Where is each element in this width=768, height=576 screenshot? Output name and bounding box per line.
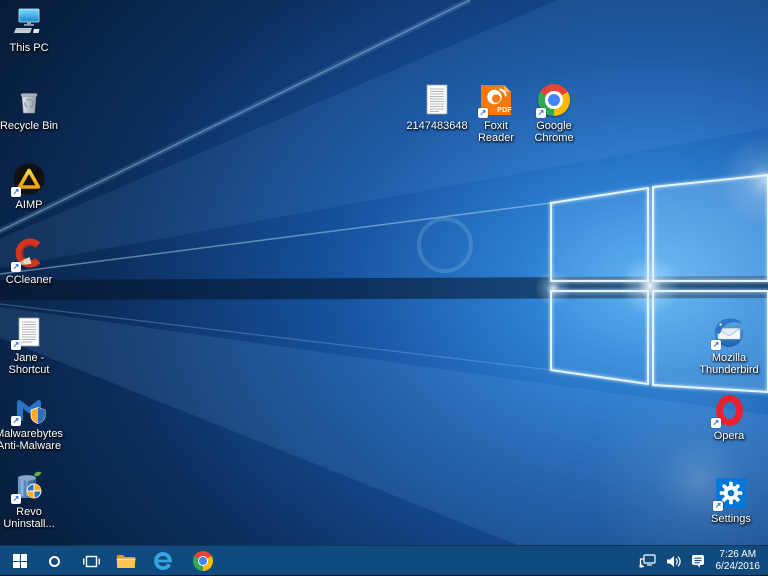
desktop-icon-opera[interactable]: Opera [699,392,759,442]
desktop-icon-label: Foxit Reader [466,120,526,144]
document-icon [419,82,455,118]
this-pc-icon [11,4,47,40]
foxit-reader-icon: PDF [478,82,514,118]
desktop-icon-foxit-reader[interactable]: PDF Foxit Reader [466,82,526,144]
action-center-icon [691,554,705,568]
shortcut-arrow-icon [711,418,721,428]
shortcut-arrow-icon [536,108,546,118]
clock-date: 6/24/2016 [716,561,761,573]
search-icon [49,556,60,567]
desktop-icon-malwarebytes[interactable]: Malwarebytes Anti-Malware [0,390,59,452]
desktop-icon-recycle-bin[interactable]: Recycle Bin [0,82,59,132]
chrome-taskbar-button[interactable] [186,546,220,576]
revo-uninstaller-icon [11,468,47,504]
desktop-icon-label: CCleaner [6,274,52,286]
chrome-icon [193,551,213,571]
desktop-icon-label: AIMP [16,199,43,211]
action-center-button[interactable] [689,546,707,576]
desktop-icon-this-pc[interactable]: This PC [0,4,59,54]
thunderbird-icon [711,314,747,350]
windows-logo-icon [13,554,27,568]
desktop-icon-label: Opera [714,430,745,442]
desktop-icon-label: 2147483648 [406,120,467,132]
aimp-icon [11,161,47,197]
shortcut-arrow-icon [713,501,723,511]
network-icon [639,554,656,568]
desktop: This PC Recycle Bin AIMP [0,0,768,545]
desktop-icon-label: Jane - Shortcut [9,352,50,376]
desktop-icon-google-chrome[interactable]: Google Chrome [524,82,584,144]
edge-button[interactable] [146,546,180,576]
malwarebytes-icon [11,390,47,426]
desktop-icon-label: Mozilla Thunderbird [699,352,758,376]
ccleaner-icon [11,236,47,272]
taskbar: 7:26 AM 6/24/2016 [0,545,768,575]
wallpaper [0,0,768,545]
desktop-icon-revo-uninstaller[interactable]: Revo Uninstall... [0,468,59,530]
volume-button[interactable] [664,546,683,576]
search-button[interactable] [37,546,71,576]
volume-icon [666,555,681,568]
desktop-icon-aimp[interactable]: AIMP [0,161,59,211]
network-button[interactable] [637,546,658,576]
shortcut-arrow-icon [11,262,21,272]
clock[interactable]: 7:26 AM 6/24/2016 [713,546,763,576]
file-explorer-icon [116,553,136,569]
desktop-icon-ccleaner[interactable]: CCleaner [0,236,59,286]
document-icon [11,314,47,350]
shortcut-arrow-icon [478,108,488,118]
system-tray: 7:26 AM 6/24/2016 [637,546,768,576]
shortcut-arrow-icon [11,187,21,197]
shortcut-arrow-icon [11,340,21,350]
chrome-icon [536,82,572,118]
task-view-icon [83,555,100,568]
recycle-bin-icon [11,82,47,118]
desktop-icon-label: This PC [9,42,48,54]
shortcut-arrow-icon [11,494,21,504]
desktop-icon-label: Recycle Bin [0,120,58,132]
desktop-icon-label: Malwarebytes Anti-Malware [0,428,63,452]
shortcut-arrow-icon [11,416,21,426]
task-view-button[interactable] [74,546,108,576]
desktop-icon-jane-shortcut[interactable]: Jane - Shortcut [0,314,59,376]
opera-icon [711,392,747,428]
settings-gear-icon [713,475,749,511]
edge-icon [151,549,175,573]
desktop-icon-settings[interactable]: Settings [701,475,761,525]
file-explorer-button[interactable] [109,546,143,576]
desktop-icon-2147483648[interactable]: 2147483648 [407,82,467,132]
desktop-icon-label: Revo Uninstall... [3,506,54,530]
start-button[interactable] [3,546,37,576]
desktop-icon-thunderbird[interactable]: Mozilla Thunderbird [699,314,759,376]
desktop-icon-label: Settings [711,513,751,525]
shortcut-arrow-icon [711,340,721,350]
clock-time: 7:26 AM [716,549,761,561]
desktop-icon-label: Google Chrome [534,120,573,144]
pdf-badge: PDF [497,107,512,114]
